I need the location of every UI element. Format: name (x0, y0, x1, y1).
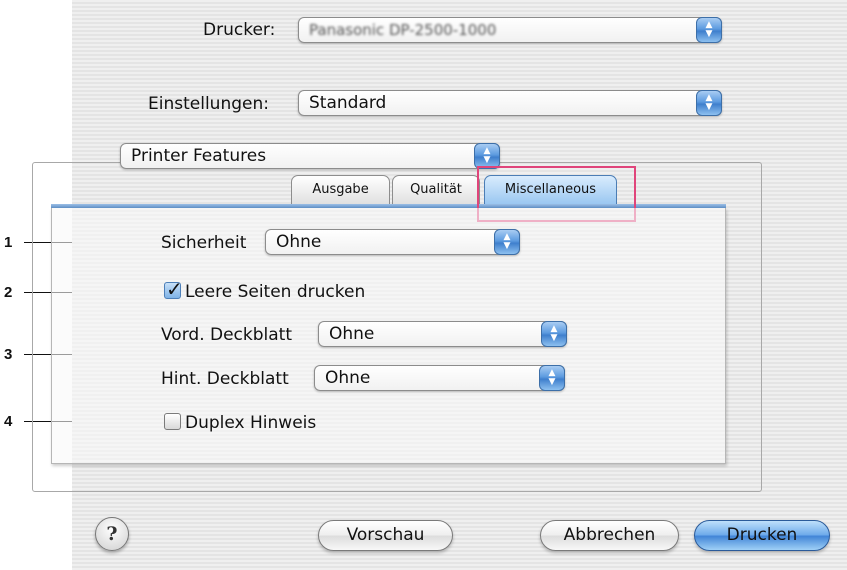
presets-value: Standard (309, 93, 387, 113)
tab-ausgabe[interactable]: Ausgabe (291, 175, 390, 204)
printer-name: Panasonic DP-2500-1000 (309, 21, 497, 39)
security-value: Ohne (276, 232, 322, 252)
updown-arrows-icon: ▲ ▼ (696, 17, 722, 43)
callout-number-2: 2 (4, 284, 13, 301)
blank-pages-label: Leere Seiten drucken (185, 282, 366, 302)
duplex-hint-label: Duplex Hinweis (185, 413, 317, 433)
pane-selector-value: Printer Features (131, 146, 267, 166)
callout-number-3: 3 (4, 346, 13, 363)
cancel-button[interactable]: Abbrechen (540, 520, 679, 551)
back-cover-popup[interactable]: Ohne ▲ ▼ (314, 365, 565, 391)
updown-arrows-icon: ▲ ▼ (696, 90, 722, 116)
duplex-hint-checkbox[interactable] (164, 413, 181, 430)
callout-number-4: 4 (4, 413, 13, 430)
back-cover-value: Ohne (325, 368, 371, 388)
print-button[interactable]: Drucken (694, 520, 830, 551)
updown-arrows-icon: ▲ ▼ (539, 365, 565, 391)
printer-label: Drucker: (203, 20, 276, 40)
presets-label: Einstellungen: (148, 94, 269, 114)
blank-pages-checkbox[interactable]: ✓ (164, 277, 183, 301)
callout-number-1: 1 (4, 234, 13, 251)
security-label: Sicherheit (161, 233, 247, 253)
presets-popup[interactable]: Standard ▲ ▼ (298, 90, 722, 116)
help-button[interactable]: ? (95, 517, 129, 551)
checkmark-icon: ✓ (166, 277, 183, 301)
updown-arrows-icon: ▲ ▼ (494, 229, 520, 255)
printer-popup[interactable]: Panasonic DP-2500-1000 ▲ ▼ (298, 17, 722, 43)
preview-button[interactable]: Vorschau (318, 520, 453, 551)
tab-qualitaet[interactable]: Qualität (392, 175, 480, 204)
front-cover-value: Ohne (329, 324, 375, 344)
front-cover-label: Vord. Deckblatt (161, 325, 293, 345)
back-cover-label: Hint. Deckblatt (161, 369, 289, 389)
security-popup[interactable]: Ohne ▲ ▼ (265, 229, 520, 255)
pane-selector-popup[interactable]: Printer Features ▲ ▼ (120, 143, 500, 169)
front-cover-popup[interactable]: Ohne ▲ ▼ (318, 321, 567, 347)
updown-arrows-icon: ▲ ▼ (541, 321, 567, 347)
